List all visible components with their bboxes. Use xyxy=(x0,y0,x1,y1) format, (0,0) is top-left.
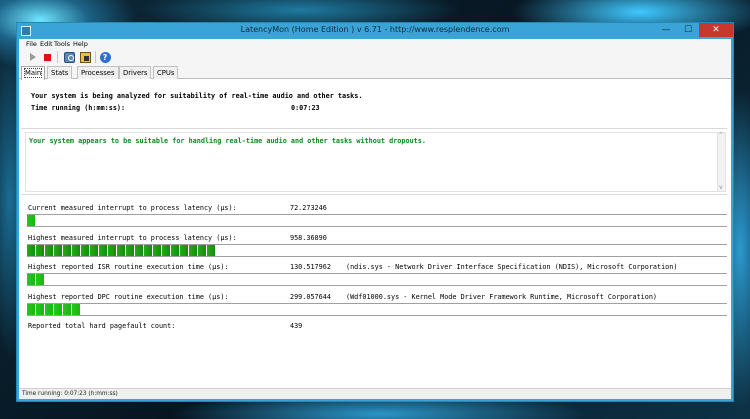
bar-fill xyxy=(27,215,36,226)
tab-processes-label: Processes xyxy=(81,69,115,77)
metric-value: 958.36890 xyxy=(290,234,327,242)
stop-button[interactable] xyxy=(41,51,53,63)
window-title: LatencyMon (Home Edition ) v 6.71 - http… xyxy=(240,25,510,34)
close-button[interactable]: ✕ xyxy=(699,23,733,37)
tab-drivers-label: Drivers xyxy=(123,69,148,77)
metric-label: Highest reported ISR routine execution t… xyxy=(28,263,229,271)
latency-bar-current xyxy=(27,214,727,227)
analysis-status: Your system is being analyzed for suitab… xyxy=(21,80,727,130)
latency-bar-highest xyxy=(27,244,727,257)
metric-value: 299.057644 xyxy=(290,293,331,301)
bar-fill xyxy=(27,245,216,256)
tab-main[interactable]: Main xyxy=(21,66,46,80)
metric-value: 72.273246 xyxy=(290,204,327,212)
menu-tools[interactable]: Tools xyxy=(54,40,70,48)
metric-label: Highest reported DPC routine execution t… xyxy=(28,293,229,301)
menu-edit[interactable]: Edit xyxy=(40,40,53,48)
play-icon xyxy=(30,53,36,61)
metric-label: Highest measured interrupt to process la… xyxy=(28,234,237,242)
minimize-button[interactable]: — xyxy=(655,23,677,37)
title-bar[interactable]: LatencyMon (Home Edition ) v 6.71 - http… xyxy=(17,23,733,39)
tab-main-label: Main xyxy=(23,68,43,78)
metric-value: 130.517962 xyxy=(290,263,331,271)
tab-cpus[interactable]: CPUs xyxy=(153,66,179,79)
client-area: File Edit Tools Help ? Main Stats Proces… xyxy=(19,39,731,399)
latencymon-window: LatencyMon (Home Edition ) v 6.71 - http… xyxy=(16,22,734,402)
metric-label: Reported total hard pagefault count: xyxy=(28,322,176,330)
stop-icon xyxy=(43,53,51,61)
divider xyxy=(21,194,727,195)
drivers-button[interactable] xyxy=(79,51,91,63)
isr-bar xyxy=(27,273,727,286)
time-running-label: Time running (h:mm:ss): xyxy=(31,104,126,112)
tab-stats[interactable]: Stats xyxy=(47,66,73,79)
report-button[interactable] xyxy=(63,51,75,63)
metric-value: 439 xyxy=(290,322,303,330)
tab-cpus-label: CPUs xyxy=(157,69,175,77)
result-scrollbar[interactable] xyxy=(717,132,725,191)
tab-drivers[interactable]: Drivers xyxy=(119,66,152,79)
bar-fill xyxy=(27,274,45,285)
metric-description: (Wdf01000.sys - Kernel Mode Driver Frame… xyxy=(346,293,657,301)
help-button[interactable]: ? xyxy=(99,51,111,63)
toolbar-separator xyxy=(95,51,96,63)
start-button[interactable] xyxy=(27,51,39,63)
metric-label: Current measured interrupt to process la… xyxy=(28,204,237,212)
toolbar-separator xyxy=(57,51,58,63)
bar-fill xyxy=(27,304,81,315)
tab-bar: Main Stats Processes Drivers CPUs xyxy=(19,65,731,80)
tab-processes[interactable]: Processes xyxy=(77,66,119,79)
status-bar: Time running: 0:07:23 (h:mm:ss) xyxy=(19,388,731,399)
menu-help[interactable]: Help xyxy=(73,40,88,48)
metric-description: (ndis.sys - Network Driver Interface Spe… xyxy=(346,263,678,271)
analyzing-text: Your system is being analyzed for suitab… xyxy=(31,92,363,100)
search-icon xyxy=(63,51,75,63)
result-text: Your system appears to be suitable for h… xyxy=(29,137,426,145)
menu-bar: File Edit Tools Help xyxy=(19,39,731,49)
dpc-bar xyxy=(27,303,727,316)
main-panel: Your system is being analyzed for suitab… xyxy=(21,80,727,387)
maximize-button[interactable]: ☐ xyxy=(677,23,699,37)
divider xyxy=(21,128,727,129)
help-icon: ? xyxy=(99,51,111,63)
tab-stats-label: Stats xyxy=(51,69,69,77)
drivers-icon xyxy=(79,51,91,63)
time-running-value: 0:07:23 xyxy=(291,104,320,112)
menu-file[interactable]: File xyxy=(26,40,37,48)
toolbar: ? xyxy=(19,49,731,65)
result-textbox[interactable]: Your system appears to be suitable for h… xyxy=(25,132,726,192)
